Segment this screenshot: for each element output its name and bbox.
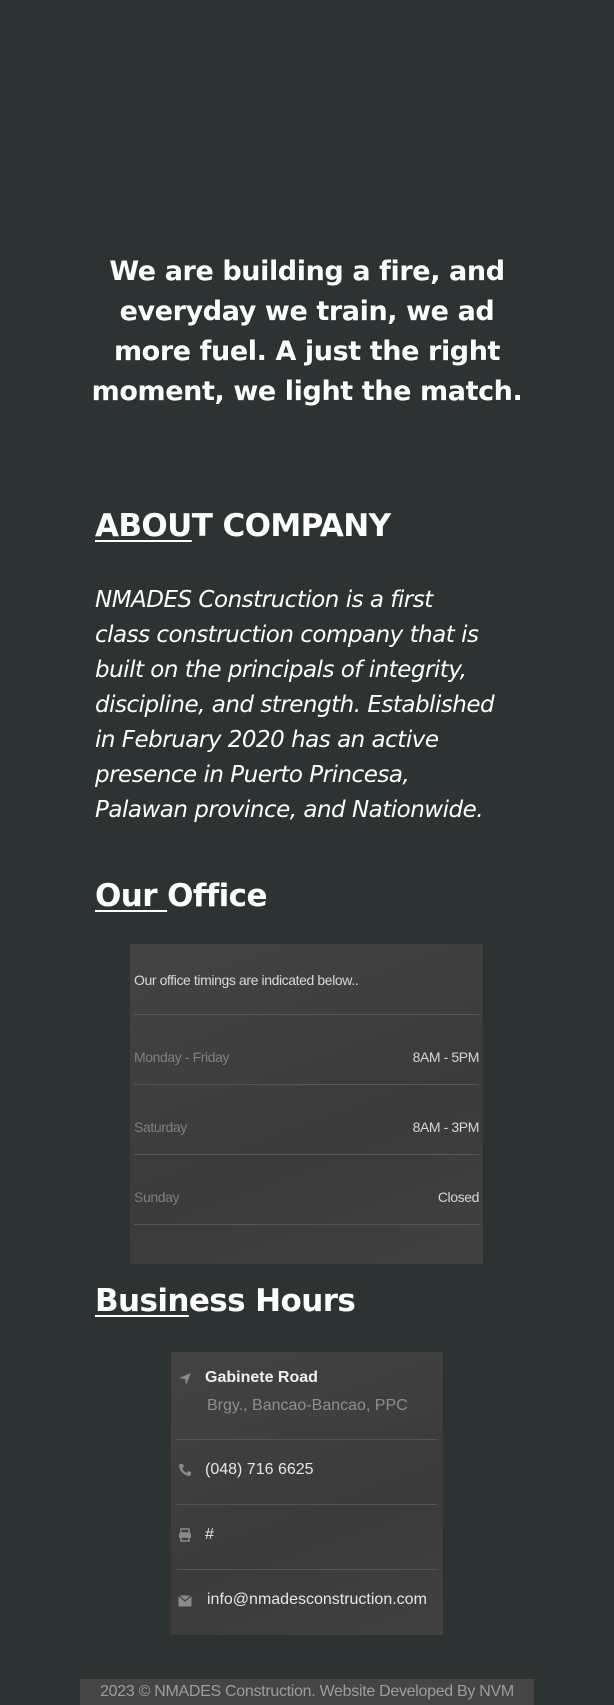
email-link[interactable]: info@nmadesconstruction.com — [207, 1591, 427, 1609]
printer-icon — [177, 1528, 193, 1544]
timings-divider — [134, 1224, 479, 1225]
location-arrow-icon — [177, 1372, 193, 1388]
fax-number: # — [205, 1526, 214, 1543]
about-line: class construction company that is — [95, 622, 479, 648]
about-line: NMADES Construction is a first — [95, 587, 433, 613]
phone-icon — [177, 1463, 193, 1479]
about-heading-rest: T COMPANY — [191, 508, 391, 544]
timing-time: 8AM - 3PM — [412, 1119, 480, 1135]
phone-number[interactable]: (048) 716 6625 — [205, 1461, 314, 1479]
envelope-icon — [177, 1594, 193, 1610]
contact-phone[interactable]: (048) 716 6625 — [177, 1439, 437, 1505]
quote-line: more fuel. A just the right — [113, 336, 501, 367]
about-heading: ABOUT COMPANY — [95, 506, 391, 546]
hours-heading-underlined: Busin — [95, 1283, 189, 1319]
about-line: discipline, and strength. Established — [95, 692, 495, 718]
office-timings-panel: Our office timings are indicated below..… — [130, 944, 483, 1264]
quote-line: moment, we light the match. — [91, 376, 523, 407]
footer-copyright: 2023 © NMADES Construction. Website Deve… — [80, 1679, 534, 1705]
hours-heading-rest: ess Hours — [188, 1283, 356, 1319]
timings-intro: Our office timings are indicated below.. — [134, 972, 359, 988]
about-heading-underlined: ABOU — [95, 508, 192, 544]
address-title: Gabinete Road — [205, 1369, 318, 1386]
contact-address: Gabinete Road Brgy., Bancao-Bancao, PPC — [177, 1352, 437, 1440]
timing-row: Saturday 8AM - 3PM — [134, 1084, 479, 1155]
contact-panel: Gabinete Road Brgy., Bancao-Bancao, PPC … — [171, 1352, 443, 1635]
office-heading-rest: Office — [167, 878, 267, 914]
about-line: built on the principals of integrity, — [95, 657, 467, 683]
timing-row: Monday - Friday 8AM - 5PM — [134, 1014, 479, 1085]
timing-time: Closed — [437, 1189, 480, 1205]
quote-line: We are building a fire, and — [109, 256, 505, 287]
timing-day: Saturday — [134, 1119, 187, 1135]
timing-row: Sunday Closed — [134, 1154, 479, 1225]
timing-day: Monday - Friday — [134, 1049, 230, 1065]
contact-email[interactable]: info@nmadesconstruction.com — [177, 1569, 437, 1635]
quote-line: everyday we train, we ad — [119, 296, 495, 327]
contact-fax: # — [177, 1504, 437, 1570]
office-heading-underlined: Our — [95, 878, 168, 914]
office-heading: Our Office — [95, 876, 267, 916]
address-subtitle: Brgy., Bancao-Bancao, PPC — [207, 1397, 408, 1414]
timing-time: 8AM - 5PM — [412, 1049, 480, 1065]
about-line: presence in Puerto Princesa, — [95, 762, 410, 788]
timing-day: Sunday — [134, 1189, 180, 1205]
hero-quote: We are building a fire, and everyday we … — [80, 252, 534, 412]
business-hours-heading: Business Hours — [95, 1281, 356, 1321]
about-line: in February 2020 has an active — [95, 727, 439, 753]
about-line: Palawan province, and Nationwide. — [95, 797, 484, 823]
about-description: NMADES Construction is a first class con… — [95, 583, 535, 828]
